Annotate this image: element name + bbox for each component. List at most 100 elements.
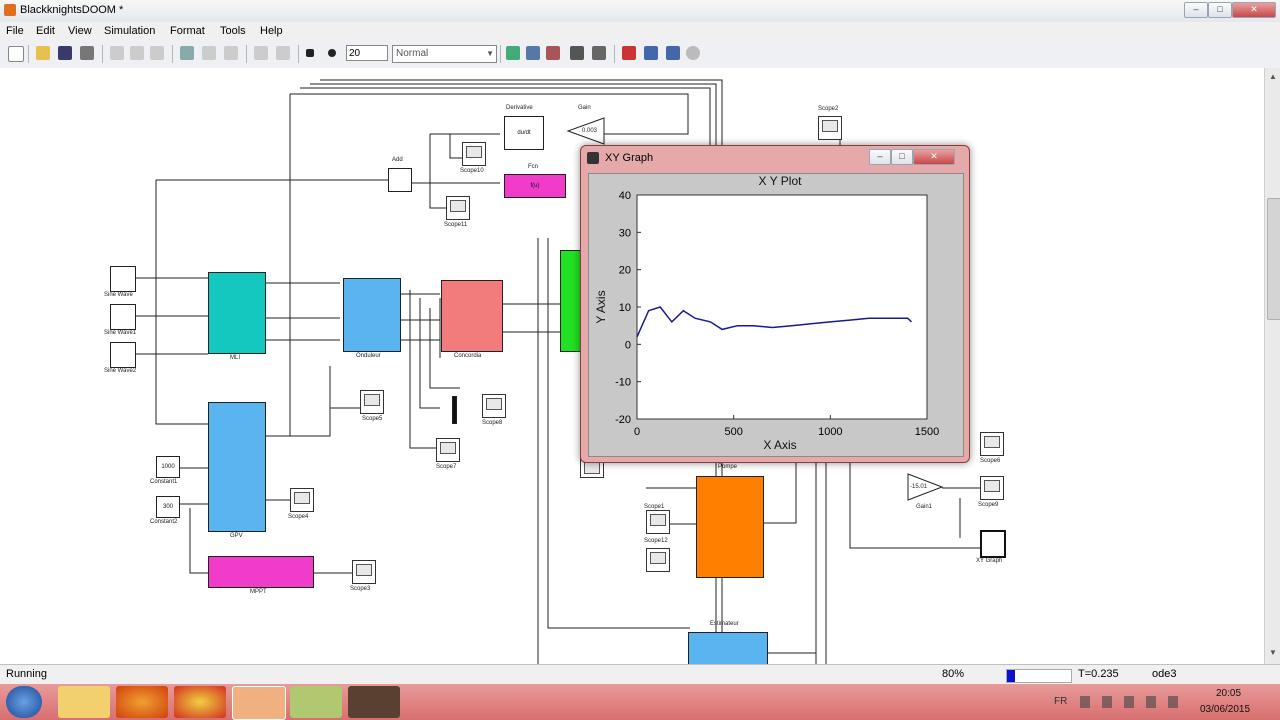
mux-block[interactable] [452,396,457,424]
chrome-task-icon[interactable] [174,686,226,718]
scope8-block[interactable] [482,394,506,418]
menu-help[interactable]: Help [260,25,283,37]
grid-icon[interactable] [666,46,680,60]
window-title: BlackknightsDOOM * [20,4,124,16]
concordia-block[interactable] [441,280,503,352]
menu-file[interactable]: File [6,25,24,37]
scope5-block[interactable] [360,390,384,414]
copy-icon[interactable] [130,46,144,60]
pompe-block[interactable] [696,476,764,578]
scroll-down-arrow[interactable]: ▼ [1269,648,1277,657]
clock-date[interactable]: 03/06/2015 [1200,704,1250,715]
matlab-task-icon[interactable] [232,686,286,720]
scroll-up-arrow[interactable]: ▲ [1269,72,1277,81]
undo-icon[interactable] [254,46,268,60]
gpv-block[interactable] [208,402,266,532]
scope4-label: Scope4 [288,514,309,520]
menu-format[interactable]: Format [170,25,205,37]
fcn-block[interactable]: f(u) [504,174,566,198]
scope7-block[interactable] [436,438,460,462]
vertical-scrollbar[interactable]: ▲ ▼ [1264,68,1280,664]
xy-maximize-button[interactable]: □ [891,149,913,165]
scope1-label: Scope1 [644,504,665,510]
menu-edit[interactable]: Edit [36,25,55,37]
back-icon[interactable] [180,46,194,60]
up-icon[interactable] [224,46,238,60]
xy-graph-block-label: XY Graph [976,558,1003,564]
scope3-block[interactable] [352,560,376,584]
estimateur-block[interactable] [688,632,768,664]
maximize-button[interactable]: □ [1208,2,1232,18]
concordia-label: Concordia [454,353,482,359]
sine-wave-block[interactable] [110,266,136,292]
derivative-block[interactable]: du/dt [504,116,544,150]
xy-graph-window[interactable]: XY Graph – □ ✕ X Y Plot 0 500 1000 1500 40 30… [580,145,970,463]
settings-icon[interactable] [686,46,700,60]
menu-view[interactable]: View [68,25,92,37]
start-button[interactable] [6,686,42,718]
menu-tools[interactable]: Tools [220,25,246,37]
scope4-block[interactable] [290,488,314,512]
minimize-button[interactable]: – [1184,2,1208,18]
gain-label: Gain [578,105,591,111]
close-button[interactable]: ✕ [1232,2,1276,18]
pause-icon[interactable] [306,49,314,57]
scope9-block[interactable] [980,476,1004,500]
open-icon[interactable] [36,46,50,60]
notes-task-icon[interactable] [290,686,342,718]
status-text: Running [6,668,47,680]
xy-graph-block[interactable] [980,530,1006,558]
layers-icon[interactable] [622,46,636,60]
window-icon[interactable] [644,46,658,60]
language-indicator[interactable]: FR [1054,696,1067,707]
paste-icon[interactable] [150,46,164,60]
redo-icon[interactable] [276,46,290,60]
media-task-icon[interactable] [348,686,400,718]
print-icon[interactable] [80,46,94,60]
stop-icon[interactable] [328,49,336,57]
y-tick-label: 30 [619,227,631,239]
scope6-block[interactable] [980,432,1004,456]
app-icon [4,4,16,16]
clock-time[interactable]: 20:05 [1216,688,1241,699]
scope12-block[interactable] [646,548,670,572]
build-icon[interactable] [506,46,520,60]
add-block[interactable] [388,168,412,192]
sine-wave1-label: Sine Wave1 [104,330,137,336]
scroll-thumb[interactable] [1267,198,1280,320]
taskbar: FR 20:05 03/06/2015 [0,684,1280,720]
xy-close-button[interactable]: ✕ [913,149,955,165]
explorer-task-icon[interactable] [58,686,110,718]
menu-simulation[interactable]: Simulation [104,25,155,37]
mppt-block[interactable] [208,556,314,588]
scope1-block[interactable] [646,510,670,534]
explorer-icon[interactable] [592,46,606,60]
scope11-label: Scope11 [444,222,468,228]
constant1-block[interactable]: 1000 [156,456,180,478]
sim-mode-select[interactable]: Normal ▼ [392,45,497,63]
tray-icons[interactable] [1080,696,1190,708]
constant1-value: 1000 [161,464,175,470]
cut-icon[interactable] [110,46,124,60]
library-icon[interactable] [570,46,584,60]
scope10-block[interactable] [462,142,486,166]
derivative-text: du/dt [517,130,531,136]
xy-minimize-button[interactable]: – [869,149,891,165]
model-advisor-icon[interactable] [526,46,540,60]
new-icon[interactable] [8,46,24,62]
sine-wave1-block[interactable] [110,304,136,330]
mli-block[interactable] [208,272,266,354]
scope7-label: Scope7 [436,464,457,470]
debug-icon[interactable] [546,46,560,60]
forward-icon[interactable] [202,46,216,60]
firefox-task-icon[interactable] [116,686,168,718]
mli-label: MLI [230,355,241,361]
save-icon[interactable] [58,46,72,60]
onduleur-block[interactable] [343,278,401,352]
constant2-block[interactable]: 300 [156,496,180,518]
stop-time-input[interactable] [346,45,388,61]
scope11-block[interactable] [446,196,470,220]
sim-time: T=0.235 [1078,668,1119,680]
sine-wave2-block[interactable] [110,342,136,368]
scope2-block[interactable] [818,116,842,140]
